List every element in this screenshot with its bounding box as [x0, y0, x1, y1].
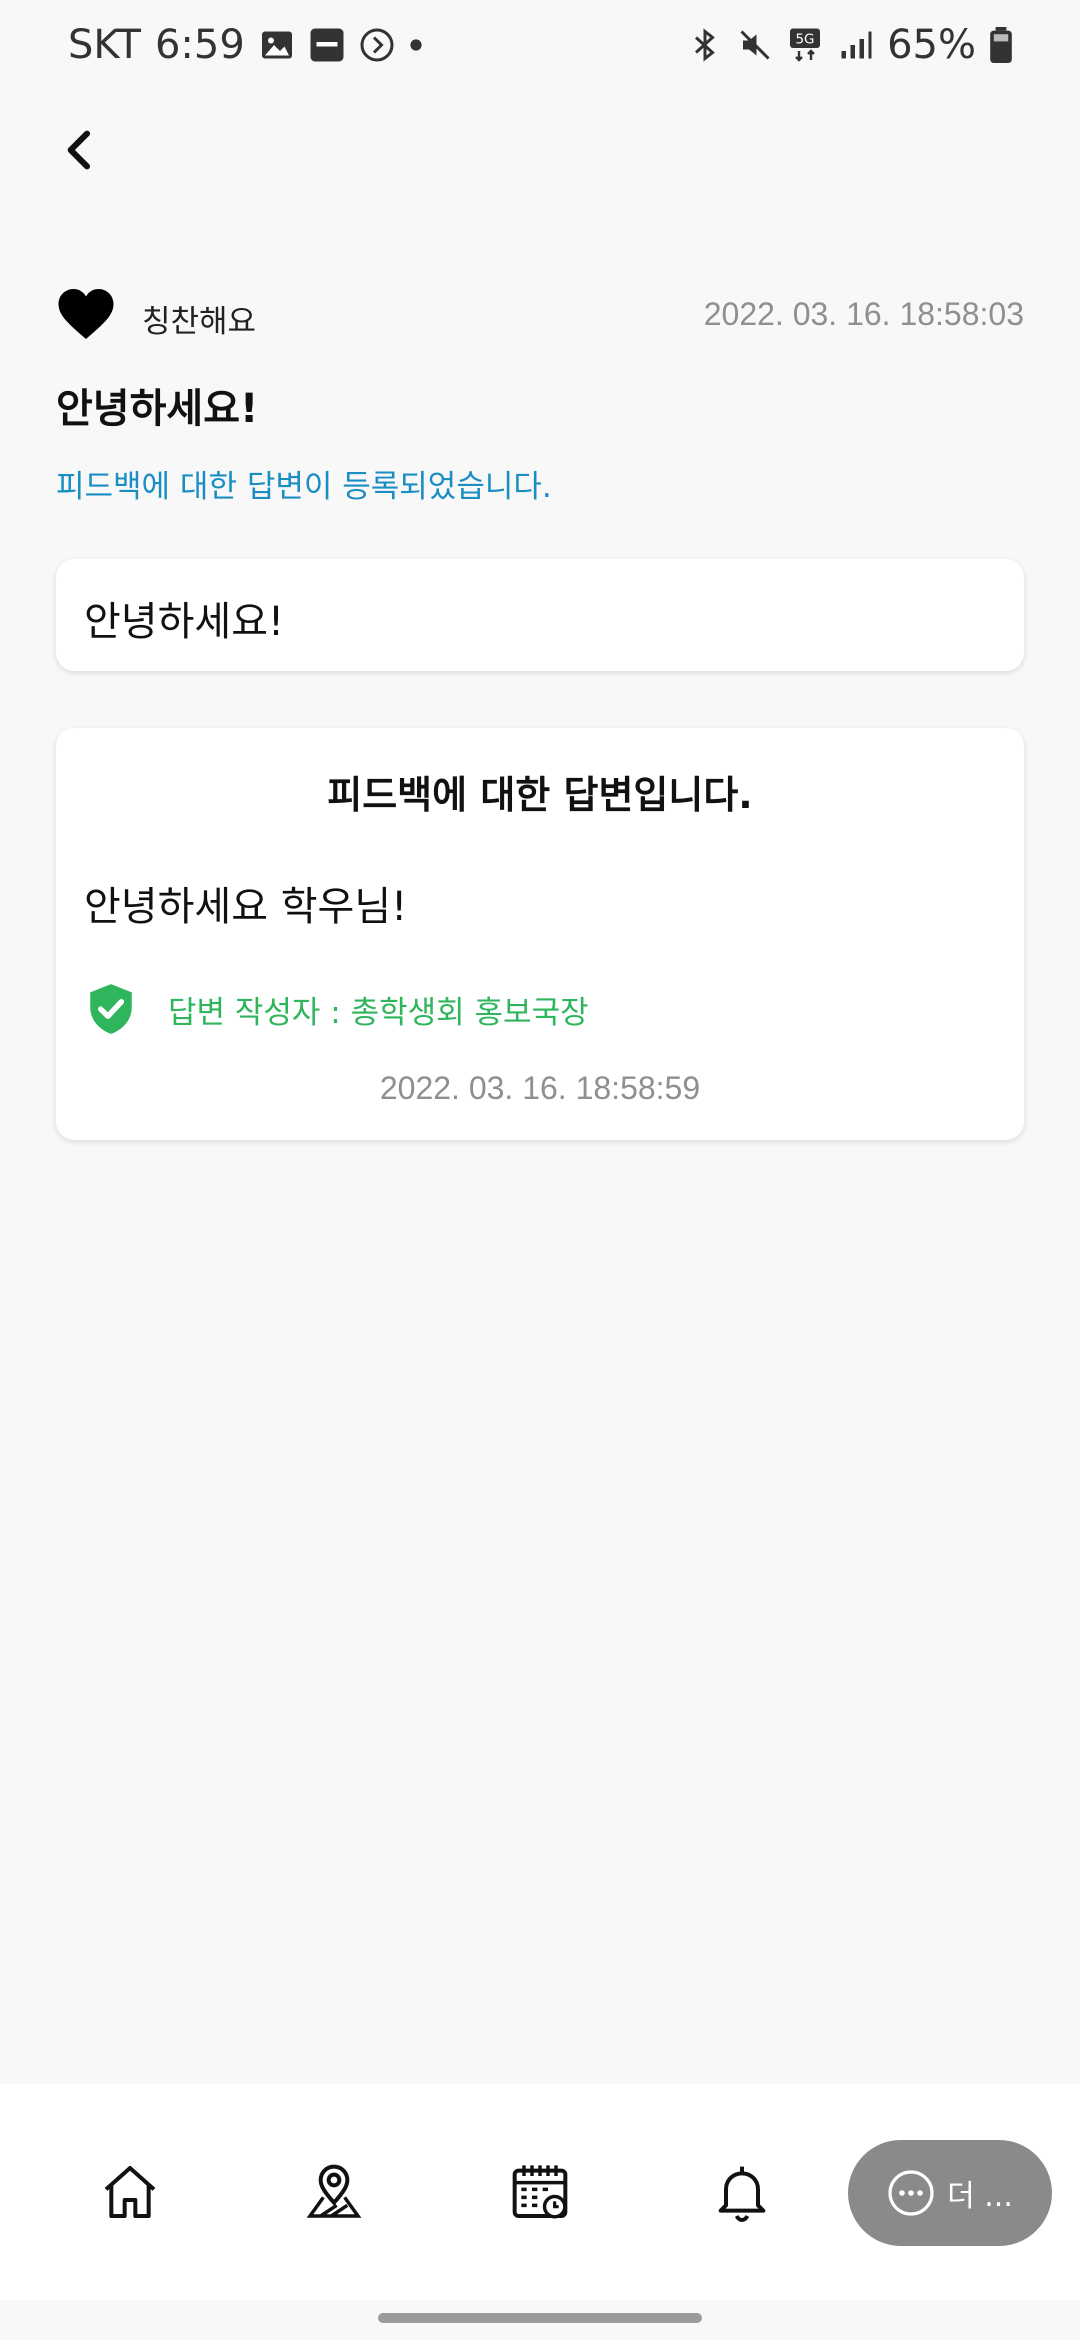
post-content-card: 안녕하세요! — [56, 559, 1024, 671]
bottom-navigation: 더 ... — [0, 2084, 1080, 2300]
reply-heading: 피드백에 대한 답변입니다. — [327, 773, 753, 817]
battery-icon — [990, 27, 1012, 63]
home-icon[interactable] — [98, 2160, 162, 2224]
mute-icon — [740, 30, 770, 60]
more-dots-icon — [888, 2170, 934, 2216]
5g-icon: 5G — [790, 28, 821, 62]
calendar-icon[interactable] — [508, 2160, 572, 2224]
reply-author: 답변 작성자 : 총학생회 홍보국장 — [168, 994, 589, 1031]
reply-timestamp: 2022. 03. 16. 18:58:59 — [379, 1070, 701, 1106]
home-indicator[interactable] — [378, 2313, 702, 2323]
reply-notice: 피드백에 대한 답변이 등록되었습니다. — [56, 469, 552, 505]
kyobo-icon — [310, 28, 344, 62]
carrier-label: SKT — [68, 22, 141, 68]
reply-card: 피드백에 대한 답변입니다. 안녕하세요 학우님! 답변 작성자 : 총학생회 … — [56, 728, 1024, 1140]
signal-icon — [841, 31, 872, 59]
bell-icon[interactable] — [710, 2160, 774, 2224]
post-title: 안녕하세요! — [56, 386, 259, 432]
more-label: 더 ... — [947, 2179, 1013, 2214]
post-timestamp: 2022. 03. 16. 18:58:03 — [703, 296, 1024, 332]
heart-icon — [58, 289, 114, 339]
post-content: 안녕하세요! — [84, 599, 285, 645]
category-label: 칭찬해요 — [142, 304, 257, 340]
battery-percent: 65% — [887, 22, 976, 68]
reply-author-row: 답변 작성자 : 총학생회 홍보국장 — [86, 982, 589, 1036]
post-meta-row: 칭찬해요 2022. 03. 16. 18:58:03 — [56, 286, 1024, 346]
clock: 6:59 — [154, 22, 245, 68]
reply-message: 안녕하세요 학우님! — [84, 884, 408, 930]
gallery-icon — [261, 31, 292, 59]
bluetooth-icon — [695, 28, 715, 62]
dot-icon — [410, 39, 422, 51]
back-button[interactable] — [52, 122, 108, 178]
status-bar: SKT 6:59 5G 65% — [0, 0, 1080, 96]
more-button[interactable]: 더 ... — [848, 2140, 1052, 2246]
svg-text:5G: 5G — [796, 32, 815, 48]
verified-shield-icon — [90, 984, 132, 1034]
screen-record-icon — [360, 28, 394, 62]
map-pin-icon[interactable] — [302, 2160, 366, 2224]
